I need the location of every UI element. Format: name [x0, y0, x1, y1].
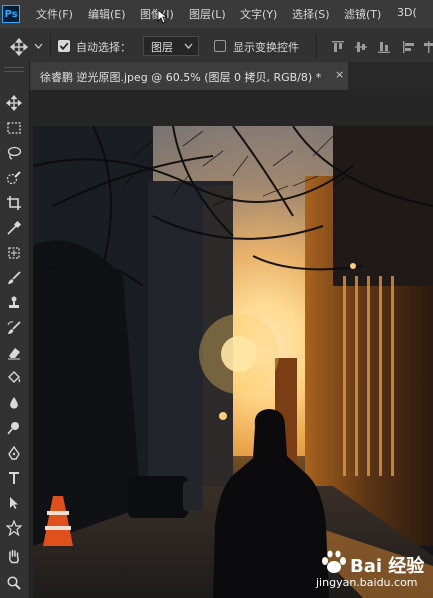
panel-grip[interactable]: [4, 67, 24, 72]
paint-bucket-icon: [8, 371, 21, 383]
move-tool-icon[interactable]: [10, 38, 28, 56]
check-icon: [59, 42, 69, 51]
align-left-icon[interactable]: [402, 40, 416, 54]
document-tab-title: 徐睿鹏 逆光原图.jpeg @ 60.5% (图层 0 拷贝, RGB/8) *: [40, 71, 322, 84]
auto-select-target-value: 图层: [151, 41, 173, 54]
brush-icon: [8, 271, 21, 284]
align-horizontal-center-icon[interactable]: [423, 40, 433, 54]
water-drop-icon: [10, 397, 18, 409]
path-selection-icon: [10, 497, 18, 509]
watermark-brand: Bai 经验: [350, 556, 425, 577]
custom-shape-tool[interactable]: [2, 517, 26, 539]
menu-3d[interactable]: 3D(: [397, 6, 417, 19]
type-icon: [9, 472, 19, 484]
paint-bucket-tool[interactable]: [2, 367, 26, 389]
separator: [50, 34, 51, 58]
show-transform-label: 显示变换控件: [233, 41, 299, 54]
move-icon: [6, 95, 22, 111]
type-tool[interactable]: [2, 467, 26, 489]
document-image[interactable]: [33, 126, 433, 598]
mouse-cursor-icon: [157, 9, 167, 24]
canvas-workspace[interactable]: [30, 90, 433, 598]
align-vertical-center-icon[interactable]: [354, 40, 368, 54]
align-top-icon[interactable]: [331, 40, 345, 54]
separator: [316, 34, 317, 58]
menu-file[interactable]: 文件(F): [36, 6, 73, 22]
eraser-icon: [8, 348, 20, 360]
dodge-icon: [7, 422, 19, 435]
eyedropper-icon: [7, 220, 22, 235]
menu-layer[interactable]: 图层(L): [189, 6, 226, 22]
pen-tool[interactable]: [2, 442, 26, 464]
auto-select-label: 自动选择：: [76, 41, 131, 54]
eraser-tool[interactable]: [2, 342, 26, 364]
photoshop-logo[interactable]: Ps: [2, 5, 20, 23]
marquee-tool[interactable]: [2, 117, 26, 139]
brush-tool[interactable]: [2, 267, 26, 289]
quick-selection-tool[interactable]: [2, 167, 26, 189]
zoom-icon: [7, 576, 21, 590]
rectangular-marquee-icon: [7, 122, 21, 134]
close-tab-button[interactable]: ×: [335, 68, 344, 81]
dodge-tool[interactable]: [2, 417, 26, 439]
clone-stamp-tool[interactable]: [2, 292, 26, 314]
history-brush-tool[interactable]: [2, 317, 26, 339]
history-brush-icon: [7, 321, 21, 334]
pen-icon: [8, 445, 20, 460]
frame-icon: [8, 247, 20, 259]
align-bottom-icon[interactable]: [377, 40, 391, 54]
watermark-url: jingyan.baidu.com: [316, 576, 418, 589]
chevron-down-icon[interactable]: [34, 43, 43, 50]
document-tab[interactable]: 徐睿鹏 逆光原图.jpeg @ 60.5% (图层 0 拷贝, RGB/8) *…: [30, 62, 348, 90]
path-selection-tool[interactable]: [2, 492, 26, 514]
zoom-tool[interactable]: [2, 572, 26, 594]
crop-icon: [7, 196, 21, 210]
lasso-tool[interactable]: [2, 142, 26, 164]
auto-select-checkbox[interactable]: [58, 40, 70, 52]
auto-select-target-select[interactable]: 图层: [143, 36, 199, 56]
hand-tool[interactable]: [2, 545, 26, 567]
menu-edit[interactable]: 编辑(E): [88, 6, 126, 22]
frame-tool[interactable]: [2, 242, 26, 264]
eyedropper-tool[interactable]: [2, 217, 26, 239]
lasso-icon: [7, 146, 22, 160]
move-tool[interactable]: [2, 92, 26, 114]
show-transform-checkbox[interactable]: [214, 40, 226, 52]
quick-selection-icon: [6, 171, 21, 185]
menu-select[interactable]: 选择(S): [292, 6, 330, 22]
blur-tool[interactable]: [2, 392, 26, 414]
custom-shape-icon: [6, 520, 22, 536]
chevron-down-icon: [184, 43, 193, 49]
hand-icon: [9, 549, 19, 564]
crop-tool[interactable]: [2, 192, 26, 214]
baidu-paw-logo: [322, 550, 346, 573]
menu-type[interactable]: 文字(Y): [240, 6, 277, 22]
menu-filter[interactable]: 滤镜(T): [344, 6, 381, 22]
stamp-icon: [9, 296, 19, 308]
